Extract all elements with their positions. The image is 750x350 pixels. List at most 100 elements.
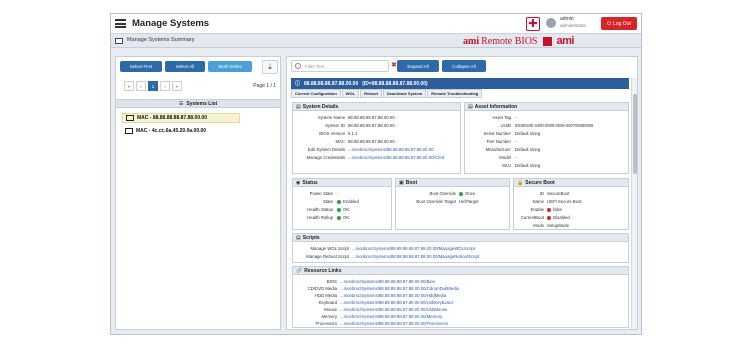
hdd-media-link[interactable]: ...monbmc/Systems/88.88.88.88.87.88.00.0… [340,293,446,298]
tab-current-configuration[interactable]: Current Configuration [291,89,341,98]
row-value: OK [337,207,349,212]
logout-label: Log Out [613,20,631,27]
row-label: State [322,199,333,204]
filter-input[interactable]: Filter Text... [291,60,389,72]
brand-company: ami [556,35,575,47]
row-label: Manufacturer [485,147,511,152]
select-all-label: Select All [175,64,195,69]
row-value: SecureBoot [547,191,570,196]
row-value: SetupMode [547,223,569,228]
row-value: Default string [515,131,541,136]
keyboard-link[interactable]: ...monbmc/Systems/88.88.88.88.87.88.00.0… [340,300,453,305]
row-value: OK [337,215,349,220]
pagination: « ‹ 1 › » [124,81,182,91]
brand-prefix: ami [463,35,480,47]
card-icon: ▤ [468,103,473,110]
boot-header: ▣ Boot [396,179,509,187]
info-icon: ⓘ [295,81,301,87]
download-icon: ⤓ [268,62,272,71]
card-icon: ◉ [296,179,301,186]
brand-product: Remote BIOS [481,35,538,47]
edit-system-link[interactable]: ...monbmc/Systems/88.88.88.88.87.88.00.0… [348,147,434,152]
select-all-button[interactable]: Select All [165,61,205,72]
first-page-button[interactable]: « [124,81,134,91]
download-button[interactable]: ⤓ [262,60,278,74]
row-label: Serial Number [483,131,511,136]
ok-status-icon [459,191,463,196]
row-label: Part Number [486,139,511,144]
link-icon: 🔗 [296,267,303,274]
brand-logo: ami Remote BIOS ami [463,33,574,49]
mouse-link[interactable]: ...monbmc/Systems/88.88.88.88.87.88.00.0… [340,307,447,312]
tab-wol[interactable]: WOL [341,89,360,98]
system-list-item[interactable]: MAC - 88.88.88.88.87.88.00.00 [122,113,240,123]
row-value: UefiTarget [459,199,479,204]
hamburger-icon[interactable] [114,17,127,30]
row-label: Model [499,155,511,160]
row-value: Default string [515,147,541,152]
row-value: false [547,207,562,212]
row-value: Disabled [547,215,570,220]
status-title: Status [302,179,318,186]
scrollbar-thumb[interactable] [633,94,637,174]
next-page-button[interactable]: › [160,81,170,91]
row-value-text: OK [343,207,350,212]
status-card: ◉ Status Power State - State Enabled Heal… [292,178,392,230]
multi-select-button[interactable]: Multi Select [208,61,252,72]
page-title: Manage Systems [132,18,210,29]
row-value: 88.88.88.88.87.88.00.00 [348,123,395,128]
select-first-button[interactable]: Select First [120,61,162,72]
tab-deactivate-system[interactable]: Deactivate System [382,89,427,98]
row-label: ID [539,191,544,196]
row-value-text: OK [343,215,350,220]
cd-dvd-media-link[interactable]: ...monbmc/Systems/88.88.88.88.87.88.00.0… [340,286,459,291]
manage-wol-script-link[interactable]: ...monbmc/Systems/88.88.88.88.87.88.00.0… [352,246,475,251]
close-icon[interactable]: ✖ [391,61,397,69]
manage-reboot-script-link[interactable]: ...monbmc/Systems/88.88.88.88.87.88.00.0… [352,254,479,259]
select-first-label: Select First [129,64,153,69]
scrollbar[interactable] [631,78,637,329]
cube-icon [542,36,552,46]
memory-link[interactable]: ...monbmc/Systems/88.88.88.88.87.88.00.0… [340,314,442,319]
row-label: Power State [309,191,333,196]
app-window: Manage Systems ✚ admin administrator ⏻ L… [110,13,642,335]
prev-page-button[interactable]: ‹ [136,81,146,91]
node-id-secondary: (ID=88.88.88.88.87.88.00.00) [362,80,428,87]
page-count: Page 1 / 1 [253,83,276,89]
tab-remote-troubleshooting[interactable]: Remote Troubleshooting [427,89,483,98]
bios-link[interactable]: ...monbmc/Systems/88.88.88.88.87.88.00.0… [340,279,435,284]
row-value-text: false [553,207,563,212]
scripts-title: Scripts [302,234,320,241]
row-label: Boot Override Target [416,199,456,204]
collapse-all-button[interactable]: Collapse All [442,60,486,72]
row-value: 5.1.1 [348,131,358,136]
sub-header-title: Manage Systems Summary [127,37,195,43]
node-header[interactable]: ⓘ 88.88.88.88.87.88.00.00 (ID=88.88.88.8… [291,78,629,89]
right-panel: Filter Text... ✖ Expand All Collapse All… [286,56,638,330]
row-value: 88.88.88.88.87.88.00.00 [348,115,395,120]
systems-list-header: ☰ Systems List [116,99,280,108]
logout-button[interactable]: ⏻ Log Out [601,17,637,30]
scripts-card: ▤ Scripts Manage WOL Script ...monbmc/Sys… [292,233,629,263]
search-icon [295,63,301,69]
error-status-icon [547,215,551,220]
last-page-button[interactable]: » [172,81,182,91]
system-details-header: ▤ System Details [293,103,460,111]
row-value: - [337,191,339,196]
row-value: - [515,139,517,144]
manage-credentials-link[interactable]: ...monbmc/Systems/88.88.88.88.87.88.00.0… [348,155,444,160]
user-menu[interactable]: admin administrator [546,16,598,32]
expand-all-button[interactable]: Expand All [397,60,439,72]
page-1-button[interactable]: 1 [148,81,158,91]
row-label: Asset Tag [492,115,511,120]
systems-list-title: Systems List [186,100,218,107]
row-label: Manage Credentials [306,155,345,160]
row-label: CD/DVD Media [307,286,337,291]
tab-reboot[interactable]: Reboot [360,89,382,98]
processors-link[interactable]: ...monbmc/Systems/88.88.88.88.87.88.00.0… [340,321,448,326]
boot-title: Boot [405,179,418,186]
filter-placeholder: Filter Text... [305,64,329,69]
row-label: UUID [500,123,511,128]
row-label: Manage WOL Script [310,246,349,251]
system-list-item[interactable]: MAC - 4c.cc.6a.45.20.0a.00.00 [125,126,206,136]
